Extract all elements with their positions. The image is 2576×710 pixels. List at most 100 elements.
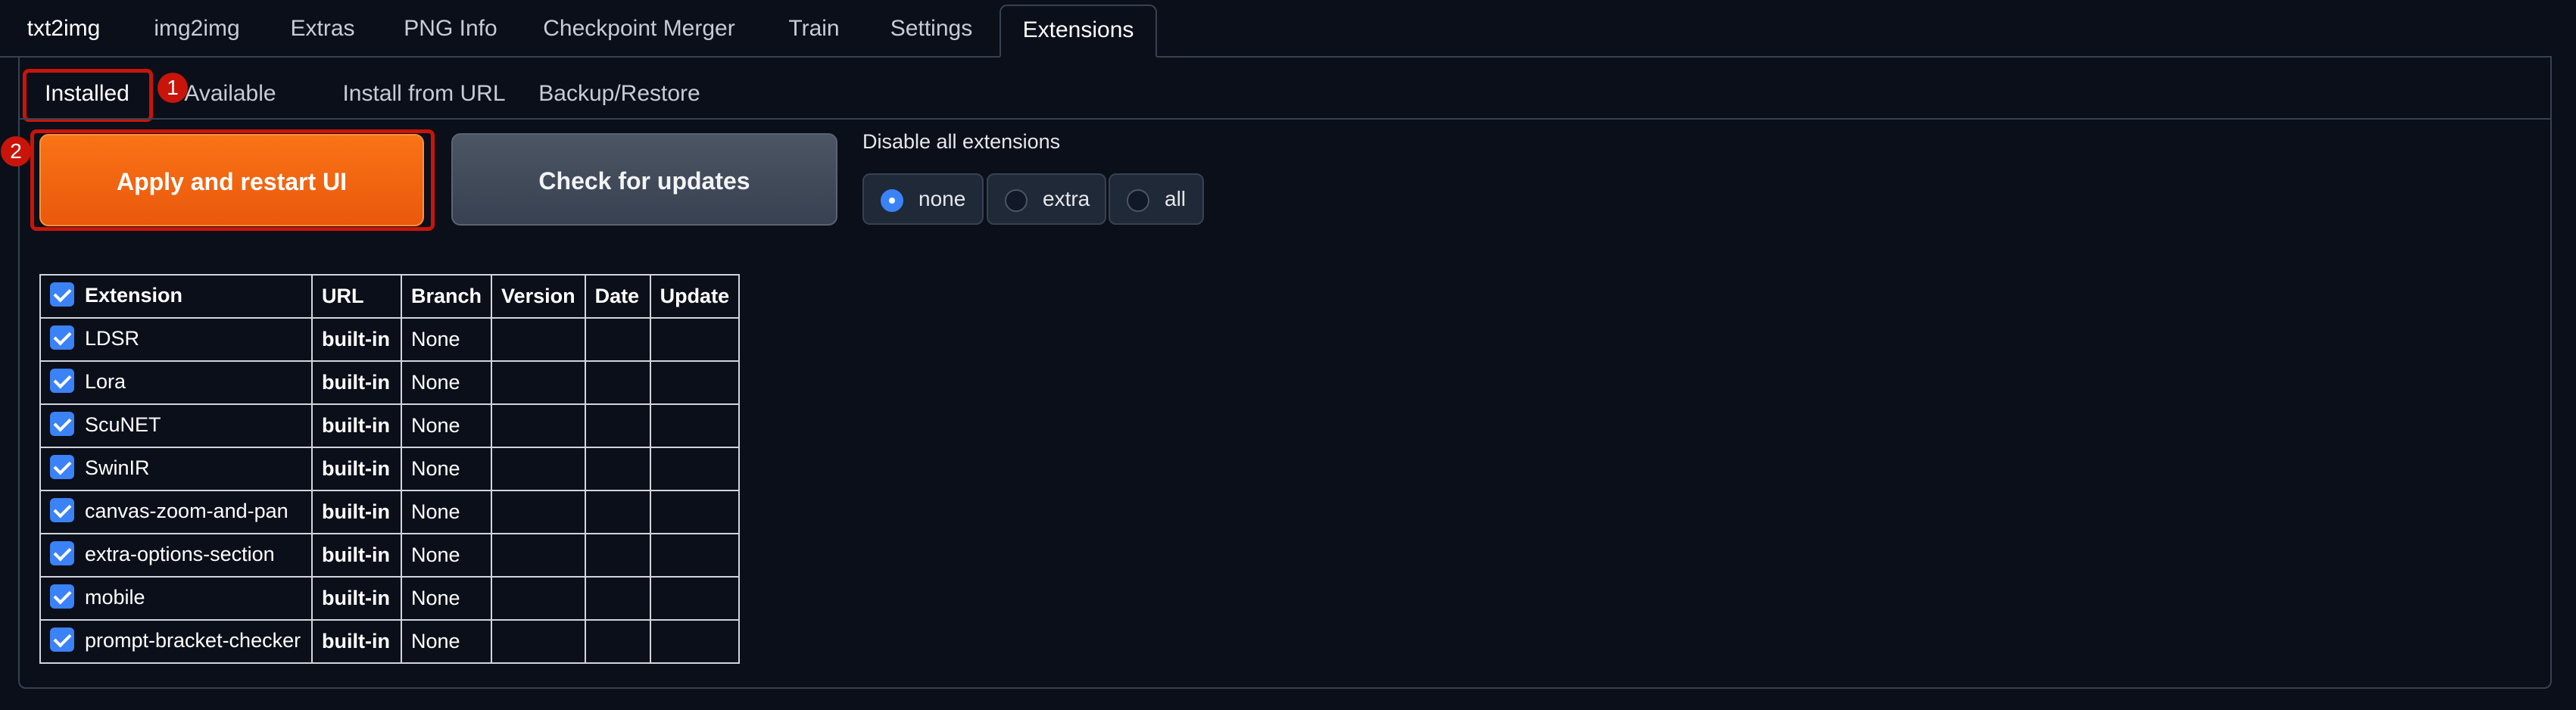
cell-url: built-in (311, 447, 402, 491)
cell-date (584, 317, 651, 362)
radio-all[interactable]: all (1109, 173, 1204, 225)
cell-extension: prompt-bracket-checker (39, 619, 313, 664)
header-version: Version (491, 274, 586, 319)
subtab-backup-restore[interactable]: Backup/Restore (530, 68, 709, 120)
tab-txt2img[interactable]: txt2img (11, 5, 117, 58)
cell-version (491, 447, 586, 491)
header-extension: Extension (39, 274, 313, 319)
cell-branch: None (400, 533, 493, 578)
cell-update (649, 490, 741, 534)
tab-settings[interactable]: Settings (878, 5, 984, 58)
cell-branch: None (400, 317, 493, 362)
radio-all-dot[interactable] (1127, 189, 1149, 212)
extension-enable-checkbox[interactable] (50, 540, 74, 565)
apply-and-restart-button[interactable]: Apply and restart UI (39, 134, 424, 226)
cell-version (491, 360, 586, 405)
extension-enable-checkbox[interactable] (50, 497, 74, 522)
cell-update (649, 533, 741, 578)
cell-url: built-in (311, 360, 402, 405)
table-row: canvas-zoom-and-pan built-in None (39, 490, 741, 534)
cell-date (584, 447, 651, 491)
check-for-updates-button[interactable]: Check for updates (451, 133, 837, 226)
tab-train[interactable]: Train (769, 5, 859, 58)
cell-update (649, 403, 741, 448)
cell-date (584, 576, 651, 621)
table-row: LDSR built-in None (39, 317, 741, 362)
extension-enable-checkbox[interactable] (50, 627, 74, 652)
radio-extra-dot[interactable] (1005, 189, 1028, 212)
cell-extension: canvas-zoom-and-pan (39, 490, 313, 534)
tab-img2img[interactable]: img2img (141, 5, 253, 58)
cell-branch: None (400, 576, 493, 621)
cell-extension: LDSR (39, 317, 313, 362)
extension-name: SwinIR (85, 456, 150, 480)
cell-url: built-in (311, 576, 402, 621)
cell-branch: None (400, 360, 493, 405)
radio-extra-label: extra (1043, 187, 1090, 210)
table-row: prompt-bracket-checker built-in None (39, 619, 741, 664)
cell-branch: None (400, 490, 493, 534)
cell-extension: ScuNET (39, 403, 313, 448)
cell-version (491, 533, 586, 578)
radio-none-label: none (918, 187, 966, 210)
cell-extension: Lora (39, 360, 313, 405)
top-tab-bar: txt2img img2img Extras PNG Info Checkpoi… (0, 0, 2576, 58)
cell-extension: SwinIR (39, 447, 313, 491)
radio-all-label: all (1165, 187, 1187, 210)
cell-version (491, 576, 586, 621)
radio-extra[interactable]: extra (987, 173, 1106, 225)
table-row: Lora built-in None (39, 360, 741, 405)
cell-version (491, 403, 586, 448)
radio-none[interactable]: none (862, 173, 984, 225)
subtab-available[interactable]: Available (177, 68, 283, 120)
cell-date (584, 533, 651, 578)
annotation-box-installed (23, 69, 153, 122)
extension-name: mobile (85, 586, 145, 609)
extension-name: prompt-bracket-checker (85, 629, 301, 652)
cell-url: built-in (311, 533, 402, 578)
table-body: LDSR built-in None Lora built-in None ScuNET bu… (39, 317, 741, 664)
tab-png-info[interactable]: PNG Info (394, 5, 507, 58)
subtab-install-from-url[interactable]: Install from URL (318, 68, 530, 120)
cell-update (649, 447, 741, 491)
select-all-checkbox[interactable] (50, 282, 74, 307)
annotation-badge-2: 2 (1, 136, 31, 167)
cell-date (584, 619, 651, 664)
tab-extensions[interactable]: Extensions (1000, 5, 1157, 58)
cell-url: built-in (311, 619, 402, 664)
table-row: extra-options-section built-in None (39, 533, 741, 578)
extension-name: Lora (85, 370, 126, 394)
extension-enable-checkbox[interactable] (50, 411, 74, 436)
tab-extras[interactable]: Extras (276, 5, 370, 58)
cell-update (649, 317, 741, 362)
header-branch: Branch (400, 274, 493, 319)
header-date: Date (584, 274, 651, 319)
tab-checkpoint-merger[interactable]: Checkpoint Merger (533, 5, 745, 58)
table-row: mobile built-in None (39, 576, 741, 621)
subtab-divider (18, 118, 2552, 120)
cell-branch: None (400, 403, 493, 448)
table-row: SwinIR built-in None (39, 447, 741, 491)
cell-url: built-in (311, 403, 402, 448)
extension-name: extra-options-section (85, 543, 275, 566)
cell-version (491, 619, 586, 664)
extension-enable-checkbox[interactable] (50, 325, 74, 350)
header-extension-label: Extension (85, 284, 183, 307)
header-url: URL (311, 274, 402, 319)
cell-version (491, 490, 586, 534)
extension-enable-checkbox[interactable] (50, 368, 74, 393)
extension-name: canvas-zoom-and-pan (85, 500, 288, 523)
table-header-row: Extension URL Branch Version Date Update (39, 274, 741, 319)
cell-branch: None (400, 619, 493, 664)
radio-none-dot[interactable] (881, 189, 903, 212)
disable-extensions-label: Disable all extensions (862, 130, 1061, 153)
cell-extension: extra-options-section (39, 533, 313, 578)
cell-update (649, 360, 741, 405)
cell-url: built-in (311, 317, 402, 362)
cell-version (491, 317, 586, 362)
cell-url: built-in (311, 490, 402, 534)
cell-date (584, 403, 651, 448)
extension-enable-checkbox[interactable] (50, 454, 74, 479)
header-update: Update (649, 274, 741, 319)
extension-enable-checkbox[interactable] (50, 584, 74, 609)
